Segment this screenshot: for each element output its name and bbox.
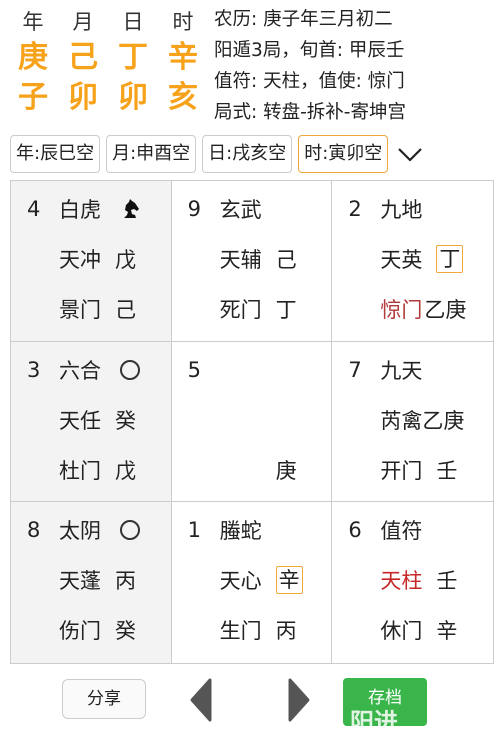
palace-number: 6	[348, 518, 362, 543]
zhifu-zhishi: 值符: 天柱，值使: 惊门	[214, 71, 405, 92]
palace-zhen[interactable]: 3 六合 天任 癸 杜门 戊	[11, 341, 172, 503]
star-label: 天任	[59, 408, 101, 433]
pillar-branches: 子 卯 卯 亥	[8, 78, 208, 118]
palace-number: 5	[187, 357, 202, 382]
horse-icon	[119, 198, 141, 220]
palace-center[interactable]: 5 庚	[171, 341, 333, 503]
pillar-label-day: 日	[122, 10, 144, 34]
circle-icon	[119, 359, 141, 381]
palace-number: 3	[27, 357, 41, 382]
pillar-label-year: 年	[22, 10, 44, 34]
deity-label: 九地	[380, 198, 423, 222]
star-label: 天冲	[59, 248, 101, 272]
star-stem: 戊	[115, 248, 136, 272]
pillar-branch-month: 卯	[68, 80, 98, 115]
pillar-label-month: 月	[72, 10, 94, 34]
door-stem: 丙	[275, 619, 297, 644]
door-label: 死门	[219, 298, 262, 322]
palace-dui[interactable]: 7 九天 芮禽乙庚 开门 壬	[332, 342, 493, 503]
door-stem: 己	[115, 298, 136, 322]
door-label: 休门	[380, 619, 423, 644]
share-button[interactable]: 分享	[62, 679, 146, 719]
palace-number: 9	[187, 197, 202, 221]
four-pillars: 年 月 日 时 庚 己 丁 辛 子 卯 卯 亥	[8, 6, 208, 118]
door-stem: 戊	[115, 458, 136, 483]
deity-label: 九天	[380, 358, 423, 383]
palace-number: 2	[348, 197, 362, 221]
deity-label: 螣蛇	[219, 519, 262, 544]
ju-number: 阳遁3局，旬首: 甲辰壬	[214, 40, 405, 61]
lunar-date: 农历: 庚子年三月初二	[214, 9, 393, 30]
nine-palace-grid: 4 白虎 天冲 戊 景门 己 9 玄武 天辅 己 死门 丁 2 九地 天英 丁 …	[10, 180, 494, 664]
void-hour-button[interactable]: 时:寅卯空	[298, 135, 389, 173]
star-stem: 丙	[115, 569, 136, 594]
pillar-stem-day: 丁	[118, 40, 148, 75]
bottom-toolbar: 分享 存档 阳进	[0, 672, 500, 738]
star-label: 天蓬	[59, 569, 101, 594]
star-stem: 癸	[115, 408, 136, 433]
deity-label: 太阴	[59, 519, 101, 544]
chart-info: 农历: 庚子年三月初二 阳遁3局，旬首: 甲辰壬 值符: 天柱，值使: 惊门 局…	[214, 4, 498, 128]
pillar-branch-year: 子	[18, 80, 48, 115]
void-month-button[interactable]: 月:申酉空	[106, 135, 197, 173]
door-label: 惊门	[380, 298, 423, 322]
star-label: 天心	[219, 569, 262, 594]
deity-label: 值符	[380, 519, 423, 544]
door-label: 开门	[380, 458, 423, 483]
deity-label: 玄武	[219, 198, 262, 222]
pillar-stems: 庚 己 丁 辛	[8, 38, 208, 78]
palace-xun[interactable]: 4 白虎 天冲 戊 景门 己	[11, 181, 172, 342]
door-stem: 丁	[275, 298, 297, 322]
pillar-labels: 年 月 日 时	[8, 6, 208, 38]
deity-label: 六合	[59, 358, 101, 383]
star-stem: 辛	[275, 566, 303, 595]
star-stem: 壬	[436, 569, 458, 594]
pillar-stem-hour: 辛	[168, 40, 198, 75]
palace-number: 7	[348, 357, 362, 382]
door-label: 生门	[219, 619, 262, 644]
star-label: 芮禽乙庚	[380, 408, 465, 433]
chart-style: 局式: 转盘-拆补-寄坤宫	[214, 102, 406, 123]
star-stem: 丁	[436, 245, 464, 273]
door-stem: 乙庚	[424, 298, 467, 322]
palace-gen[interactable]: 8 太阴 天蓬 丙 伤门 癸	[11, 502, 172, 663]
palace-number: 4	[27, 197, 41, 221]
star-label: 天柱	[380, 569, 423, 594]
star-label: 天辅	[219, 248, 262, 272]
palace-kun[interactable]: 2 九地 天英 丁 惊门 乙庚	[332, 181, 493, 342]
circle-icon	[119, 519, 141, 541]
void-year-button[interactable]: 年:辰巳空	[10, 135, 101, 173]
pillar-branch-day: 卯	[118, 80, 148, 115]
palace-number: 1	[187, 518, 202, 543]
door-label: 杜门	[59, 458, 101, 483]
door-stem: 壬	[436, 458, 458, 483]
void-selector: 年:辰巳空 月:申酉空 日:戌亥空 时:寅卯空	[10, 135, 424, 173]
chevron-down-icon[interactable]	[396, 144, 424, 164]
door-label: 景门	[59, 298, 101, 322]
pillar-branch-hour: 亥	[168, 80, 198, 115]
door-stem: 癸	[115, 619, 136, 644]
palace-li[interactable]: 9 玄武 天辅 己 死门 丁	[171, 181, 333, 342]
door-label: 伤门	[59, 619, 101, 644]
deity-label: 白虎	[59, 198, 101, 222]
palace-kan[interactable]: 1 螣蛇 天心 辛 生门 丙	[172, 502, 333, 663]
door-stem: 辛	[436, 619, 458, 644]
pillar-label-hour: 时	[172, 10, 194, 34]
void-day-button[interactable]: 日:戌亥空	[202, 135, 293, 173]
next-arrow-icon[interactable]	[286, 676, 316, 724]
prev-arrow-icon[interactable]	[184, 676, 214, 724]
advance-label: 阳进	[350, 708, 398, 736]
star-label: 天英	[380, 248, 423, 272]
pillar-stem-year: 庚	[18, 40, 48, 75]
palace-qian[interactable]: 6 值符 天柱 壬 休门 辛	[332, 502, 493, 663]
star-stem: 己	[275, 248, 297, 272]
pillar-stem-month: 己	[68, 40, 98, 75]
palace-number: 8	[27, 518, 41, 543]
door-stem: 庚	[275, 458, 297, 483]
